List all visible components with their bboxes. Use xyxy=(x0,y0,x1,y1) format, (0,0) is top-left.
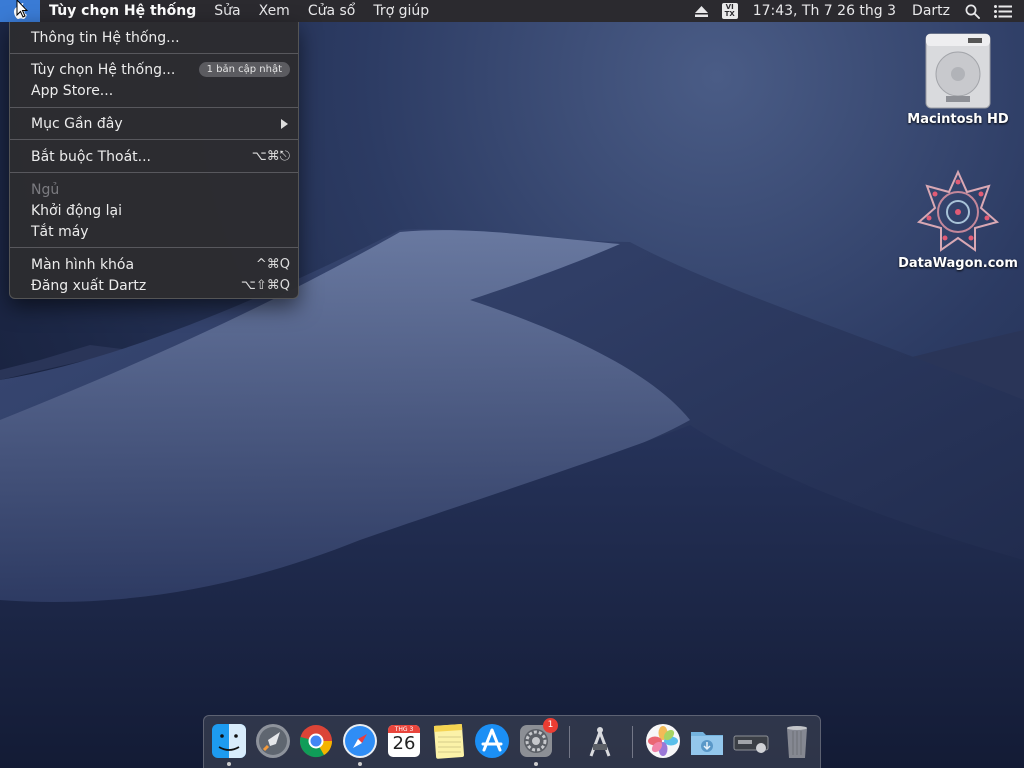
logout-shortcut: ⌥⇧⌘Q xyxy=(240,278,290,293)
menu-separator xyxy=(10,247,298,248)
menu-item-shutdown-label: Tắt máy xyxy=(31,223,89,240)
desktop-icon-macintosh-hd[interactable]: Macintosh HD xyxy=(900,30,1016,127)
desktop-icon-datawagon[interactable]: DataWagon.com xyxy=(895,168,1021,271)
menu-separator xyxy=(10,139,298,140)
menu-item-shutdown[interactable]: Tắt máy xyxy=(10,221,300,242)
system-preferences-icon[interactable]: 1 xyxy=(517,718,558,760)
menu-bar-status-area: VI TX 17:43, Th 7 26 thg 3 Dartz xyxy=(688,0,1024,22)
running-indicator xyxy=(358,762,362,766)
menu-clock[interactable]: 17:43, Th 7 26 thg 3 xyxy=(745,0,904,22)
dock-separator xyxy=(569,726,570,758)
menu-item-force-quit-label: Bắt buộc Thoát... xyxy=(31,148,152,165)
menu-item-restart-label: Khởi động lại xyxy=(31,202,122,219)
downloads-folder-icon[interactable] xyxy=(688,722,726,760)
calendar-icon[interactable]: THG 3 26 xyxy=(385,722,423,760)
menu-view[interactable]: Xem xyxy=(250,0,299,22)
menu-item-about-label: Thông tin Hệ thống... xyxy=(31,29,180,46)
running-indicator xyxy=(534,762,538,766)
mouse-cursor-icon xyxy=(16,0,28,18)
finder-icon[interactable] xyxy=(210,722,248,760)
menu-separator xyxy=(10,172,298,173)
input-source-bottom: TX xyxy=(724,10,735,18)
dock-separator xyxy=(632,726,633,758)
menu-user[interactable]: Dartz xyxy=(904,0,958,22)
menu-window[interactable]: Cửa sổ xyxy=(299,0,365,22)
update-badge: 1 bản cập nhật xyxy=(198,62,290,77)
spotlight-search-icon[interactable] xyxy=(958,0,987,22)
running-indicator xyxy=(227,762,231,766)
menu-bar: Tùy chọn Hệ thống Sửa Xem Cửa sổ Trợ giú… xyxy=(0,0,1024,22)
notes-icon[interactable] xyxy=(429,722,467,760)
submenu-arrow-icon xyxy=(281,118,288,129)
menu-item-logout[interactable]: Đăng xuất Dartz ⌥⇧⌘Q xyxy=(10,275,300,296)
app-store-icon[interactable] xyxy=(473,722,511,760)
menu-item-sleep-label: Ngủ xyxy=(31,181,60,198)
menu-app-name[interactable]: Tùy chọn Hệ thống xyxy=(40,0,205,22)
menu-item-app-store[interactable]: App Store... xyxy=(10,80,300,101)
star-logo-icon xyxy=(916,169,1000,252)
apple-menu-button[interactable] xyxy=(0,0,40,22)
menu-item-app-store-label: App Store... xyxy=(31,82,114,99)
calendar-day: 26 xyxy=(392,733,416,754)
desktop-icon-label: DataWagon.com xyxy=(898,256,1018,271)
chrome-icon[interactable] xyxy=(297,722,335,760)
menu-item-force-quit[interactable]: Bắt buộc Thoát... ⌥⌘⎋ xyxy=(10,146,300,167)
dock: THG 3 26 1 xyxy=(203,715,821,768)
trash-icon[interactable] xyxy=(778,722,816,760)
screenshot-tool-icon[interactable] xyxy=(581,722,619,760)
menu-item-lock-screen-label: Màn hình khóa xyxy=(31,256,135,273)
menu-item-recent-items[interactable]: Mục Gần đây xyxy=(10,113,300,134)
menu-edit[interactable]: Sửa xyxy=(205,0,249,22)
launchpad-icon[interactable] xyxy=(254,722,292,760)
menu-item-about[interactable]: Thông tin Hệ thống... xyxy=(10,27,300,48)
notification-badge: 1 xyxy=(543,718,558,733)
menu-separator xyxy=(10,53,298,54)
menu-separator xyxy=(10,107,298,108)
menu-item-system-preferences-label: Tùy chọn Hệ thống... xyxy=(31,61,176,78)
calendar-month: THG 3 xyxy=(394,726,414,733)
menu-item-system-preferences[interactable]: Tùy chọn Hệ thống... 1 bản cập nhật xyxy=(10,59,300,80)
menu-help[interactable]: Trợ giúp xyxy=(364,0,438,22)
disk-utility-icon[interactable] xyxy=(732,722,770,760)
eject-icon[interactable] xyxy=(688,0,715,22)
photos-icon[interactable] xyxy=(644,722,682,760)
input-source-icon[interactable]: VI TX xyxy=(715,0,745,22)
desktop-icon-label: Macintosh HD xyxy=(907,112,1009,127)
hard-drive-icon xyxy=(925,33,991,109)
force-quit-shortcut: ⌥⌘⎋ xyxy=(251,149,290,164)
menu-item-recent-items-label: Mục Gần đây xyxy=(31,115,123,132)
notification-center-icon[interactable] xyxy=(987,0,1024,22)
menu-item-logout-label: Đăng xuất Dartz xyxy=(31,277,147,294)
menu-item-restart[interactable]: Khởi động lại xyxy=(10,200,300,221)
menu-item-sleep: Ngủ xyxy=(10,179,300,200)
safari-icon[interactable] xyxy=(341,722,379,760)
apple-menu-dropdown: Thông tin Hệ thống... Tùy chọn Hệ thống.… xyxy=(9,22,299,299)
lock-screen-shortcut: ^⌘Q xyxy=(255,257,290,272)
menu-item-lock-screen[interactable]: Màn hình khóa ^⌘Q xyxy=(10,254,300,275)
